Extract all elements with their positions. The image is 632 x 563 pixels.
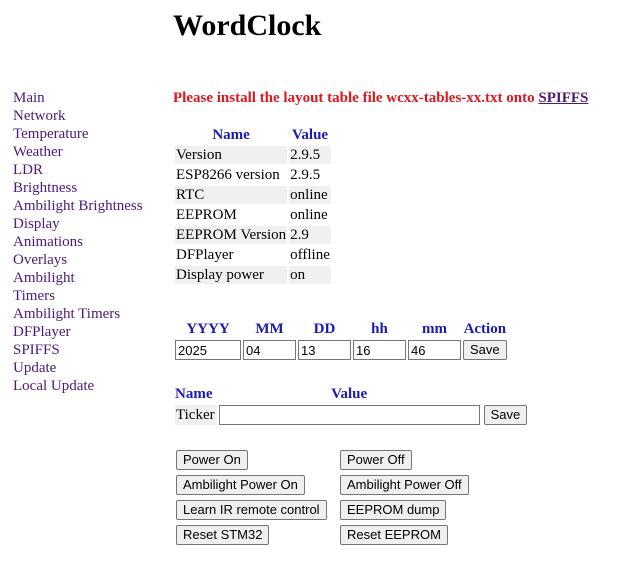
page-title: WordClock — [173, 9, 322, 42]
info-table: Name Value Version 2.9.5 ESP8266 version… — [173, 124, 333, 286]
info-name: Version — [175, 146, 288, 164]
nav-ambilight[interactable]: Ambilight — [13, 269, 143, 287]
reset-stm32-button[interactable]: Reset STM32 — [176, 525, 270, 545]
power-off-button[interactable]: Power Off — [340, 450, 412, 470]
nav-ambilight-timers[interactable]: Ambilight Timers — [13, 305, 143, 323]
info-value: offline — [290, 247, 330, 263]
nav-temperature[interactable]: Temperature — [13, 125, 143, 143]
table-row: EEPROM Version 2.9 — [175, 226, 331, 244]
month-input[interactable] — [243, 340, 296, 360]
header-month: MM — [255, 321, 284, 337]
table-row: ESP8266 version 2.9.5 — [175, 166, 331, 184]
table-row: Version 2.9.5 — [175, 146, 331, 164]
nav-timers[interactable]: Timers — [13, 287, 143, 305]
save-ticker-button[interactable]: Save — [483, 405, 528, 425]
ticker-form: Name Value Ticker Save — [173, 383, 529, 427]
nav-spiffs[interactable]: SPIFFS — [13, 341, 143, 359]
minute-input[interactable] — [408, 340, 461, 360]
info-value: 2.9.5 — [289, 146, 331, 164]
info-name: RTC — [175, 186, 288, 204]
ticker-row: Ticker Save — [175, 405, 528, 425]
save-datetime-button[interactable]: Save — [463, 340, 507, 360]
year-input[interactable] — [175, 340, 241, 360]
ambilight-power-on-button[interactable]: Ambilight Power On — [176, 475, 305, 495]
nav-main[interactable]: Main — [13, 89, 143, 107]
table-row: Display power on — [175, 266, 331, 284]
nav-display[interactable]: Display — [13, 215, 143, 233]
nav-ldr[interactable]: LDR — [13, 161, 143, 179]
table-row: EEPROM online — [175, 206, 331, 224]
eeprom-dump-button[interactable]: EEPROM dump — [340, 500, 447, 520]
info-value: on — [289, 266, 331, 284]
table-row: RTC online — [175, 186, 331, 204]
header-year: YYYY — [186, 321, 230, 337]
info-value: 2.9 — [289, 226, 331, 244]
ticker-input[interactable] — [218, 405, 480, 425]
ambilight-power-off-button[interactable]: Ambilight Power Off — [340, 475, 469, 495]
ticker-header-value: Value — [331, 386, 368, 402]
nav-animations[interactable]: Animations — [13, 233, 143, 251]
table-row: DFPlayer offline — [175, 246, 331, 264]
info-name: ESP8266 version — [176, 167, 280, 183]
day-input[interactable] — [298, 340, 351, 360]
datetime-input-row: Save — [175, 340, 507, 360]
datetime-form: YYYY MM DD hh mm Action Save — [173, 318, 509, 362]
ticker-header-row: Name Value — [175, 385, 527, 403]
info-name: EEPROM Version — [175, 226, 288, 244]
power-on-button[interactable]: Power On — [176, 450, 248, 470]
nav-network[interactable]: Network — [13, 107, 143, 125]
nav-dfplayer[interactable]: DFPlayer — [13, 323, 143, 341]
nav-local-update[interactable]: Local Update — [13, 377, 143, 395]
hour-input[interactable] — [353, 340, 406, 360]
learn-ir-button[interactable]: Learn IR remote control — [176, 500, 327, 520]
header-minute: mm — [422, 321, 447, 337]
info-value: 2.9.5 — [290, 167, 321, 183]
ticker-label: Ticker — [175, 405, 217, 425]
header-hour: hh — [371, 321, 388, 337]
nav-ambilight-brightness[interactable]: Ambilight Brightness — [13, 197, 143, 215]
reset-eeprom-button[interactable]: Reset EEPROM — [340, 525, 448, 545]
layout-warning: Please install the layout table file wcx… — [173, 89, 588, 107]
warning-spiffs-link[interactable]: SPIFFS — [538, 90, 588, 106]
info-name: Display power — [175, 266, 288, 284]
info-name: DFPlayer — [176, 247, 234, 263]
info-value: online — [289, 186, 331, 204]
ticker-header-name: Name — [175, 386, 213, 402]
warning-text: Please install the layout table file wcx… — [173, 90, 539, 106]
header-action: Action — [463, 321, 507, 337]
nav-overlays[interactable]: Overlays — [13, 251, 143, 269]
sidebar-nav: Main Network Temperature Weather LDR Bri… — [13, 89, 143, 395]
info-value: online — [290, 207, 328, 223]
nav-update[interactable]: Update — [13, 359, 143, 377]
info-header-row: Name Value — [175, 126, 331, 144]
header-day: DD — [313, 321, 336, 337]
info-header-name: Name — [212, 127, 250, 143]
info-header-value: Value — [291, 127, 329, 143]
nav-brightness[interactable]: Brightness — [13, 179, 143, 197]
datetime-header-row: YYYY MM DD hh mm Action — [175, 320, 507, 338]
nav-weather[interactable]: Weather — [13, 143, 143, 161]
info-name: EEPROM — [176, 207, 237, 223]
